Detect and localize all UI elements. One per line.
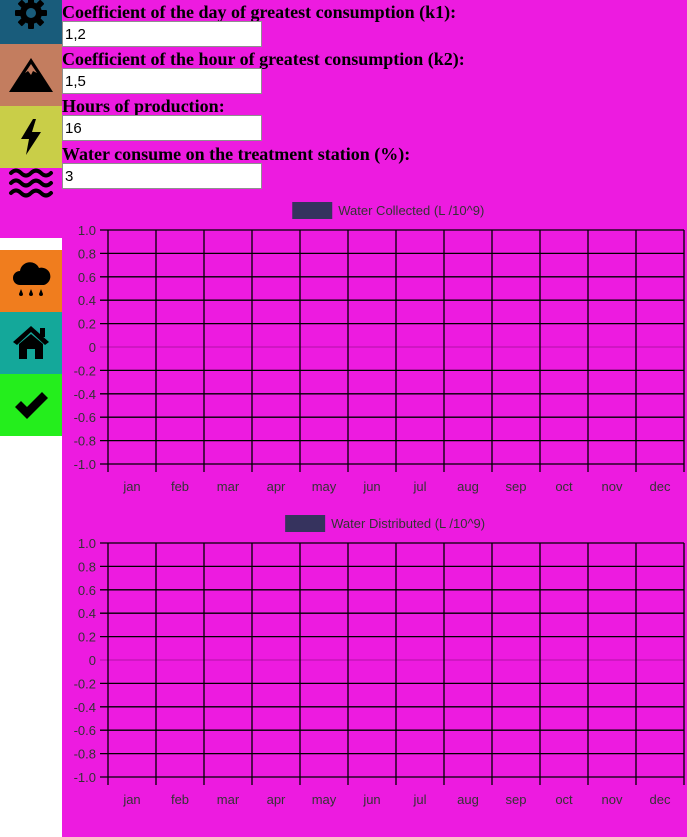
sidebar xyxy=(0,0,62,837)
y-tick-label: -1.0 xyxy=(74,457,96,472)
x-tick-label: sep xyxy=(506,479,527,494)
x-tick-label: jul xyxy=(412,479,426,494)
x-tick-label: jan xyxy=(122,792,140,807)
y-tick-label: -0.4 xyxy=(74,387,96,402)
treatment-label: Water consume on the treatment station (… xyxy=(62,144,411,164)
k1-label: Coefficient of the day of greatest consu… xyxy=(62,2,457,22)
x-tick-label: may xyxy=(312,479,337,494)
y-tick-label: 0.6 xyxy=(78,583,96,598)
grid xyxy=(100,229,685,472)
y-tick-label: 0.2 xyxy=(78,317,96,332)
k2-label: Coefficient of the hour of greatest cons… xyxy=(62,49,465,69)
legend-swatch[interactable] xyxy=(292,202,333,219)
home-icon xyxy=(13,326,49,359)
water-collected-chart: Water Collected (L /10^9) 1.0 0.8 0.6 0.4 0.2… xyxy=(62,196,687,496)
y-tick-label: 1.0 xyxy=(78,223,96,238)
hours-input[interactable] xyxy=(62,115,262,141)
sidebar-item-energy[interactable] xyxy=(0,106,62,168)
k1-input[interactable] xyxy=(62,21,262,47)
x-tick-label: mar xyxy=(217,792,240,807)
x-tick-label: jul xyxy=(412,792,426,807)
legend-swatch[interactable] xyxy=(285,515,326,532)
x-tick-label: jun xyxy=(362,792,380,807)
y-tick-label: -0.2 xyxy=(74,676,96,691)
y-tick-label: 0 xyxy=(89,653,96,668)
x-tick-label: may xyxy=(312,792,337,807)
y-tick-label: 0 xyxy=(89,340,96,355)
hours-label: Hours of production: xyxy=(62,96,225,116)
y-tick-label: -0.4 xyxy=(74,700,96,715)
main-panel: Coefficient of the day of greatest consu… xyxy=(62,0,687,837)
grid xyxy=(100,542,685,785)
y-tick-label: -0.6 xyxy=(74,410,96,425)
x-tick-label: sep xyxy=(506,792,527,807)
y-tick-label: 0.6 xyxy=(78,270,96,285)
k2-input[interactable] xyxy=(62,68,262,94)
y-tick-label: 0.4 xyxy=(78,606,96,621)
sidebar-item-water[interactable] xyxy=(0,168,62,238)
mountain-icon xyxy=(9,58,53,92)
x-tick-label: jan xyxy=(122,479,140,494)
lightning-icon xyxy=(21,119,41,155)
x-tick-label: dec xyxy=(650,792,671,807)
sidebar-item-validate[interactable] xyxy=(0,374,62,436)
checkmark-icon xyxy=(15,392,48,419)
legend: Water Collected (L /10^9) xyxy=(292,202,484,219)
y-tick-label: -0.8 xyxy=(74,434,96,449)
water-waves-icon xyxy=(9,168,53,198)
sidebar-item-mountain[interactable] xyxy=(0,44,62,106)
water-distributed-chart: Water Distributed (L /10^9) 1.0 0.8 0.6 0.4 0… xyxy=(62,509,687,809)
y-tick-label: 0.2 xyxy=(78,630,96,645)
sidebar-item-home[interactable] xyxy=(0,312,62,374)
x-tick-label: dec xyxy=(650,479,671,494)
legend-label: Water Distributed (L /10^9) xyxy=(331,516,485,531)
x-tick-label: apr xyxy=(267,479,286,494)
legend-label: Water Collected (L /10^9) xyxy=(338,203,484,218)
x-tick-label: feb xyxy=(171,792,189,807)
x-tick-label: feb xyxy=(171,479,189,494)
x-tick-label: aug xyxy=(457,479,479,494)
x-tick-label: nov xyxy=(602,479,623,494)
y-tick-label: 0.8 xyxy=(78,246,96,261)
x-tick-label: oct xyxy=(555,479,573,494)
y-tick-label: -0.8 xyxy=(74,747,96,762)
y-tick-label: -1.0 xyxy=(74,770,96,785)
sidebar-item-rain[interactable] xyxy=(0,250,62,312)
chart-svg: Water Distributed (L /10^9) 1.0 0.8 0.6 0.4 0… xyxy=(74,515,685,807)
x-tick-label: mar xyxy=(217,479,240,494)
legend: Water Distributed (L /10^9) xyxy=(285,515,485,532)
y-tick-label: -0.2 xyxy=(74,363,96,378)
y-tick-label: 1.0 xyxy=(78,536,96,551)
x-tick-label: nov xyxy=(602,792,623,807)
gear-icon xyxy=(15,0,47,29)
sidebar-item-settings[interactable] xyxy=(0,0,62,44)
x-tick-label: oct xyxy=(555,792,573,807)
y-tick-label: -0.6 xyxy=(74,723,96,738)
y-tick-label: 0.8 xyxy=(78,559,96,574)
x-tick-label: apr xyxy=(267,792,286,807)
x-tick-label: jun xyxy=(362,479,380,494)
chart-svg: Water Collected (L /10^9) 1.0 0.8 0.6 0.4 0.2… xyxy=(74,202,685,494)
x-tick-label: aug xyxy=(457,792,479,807)
y-tick-label: 0.4 xyxy=(78,293,96,308)
treatment-input[interactable] xyxy=(62,163,262,189)
cloud-rain-icon xyxy=(13,262,51,296)
